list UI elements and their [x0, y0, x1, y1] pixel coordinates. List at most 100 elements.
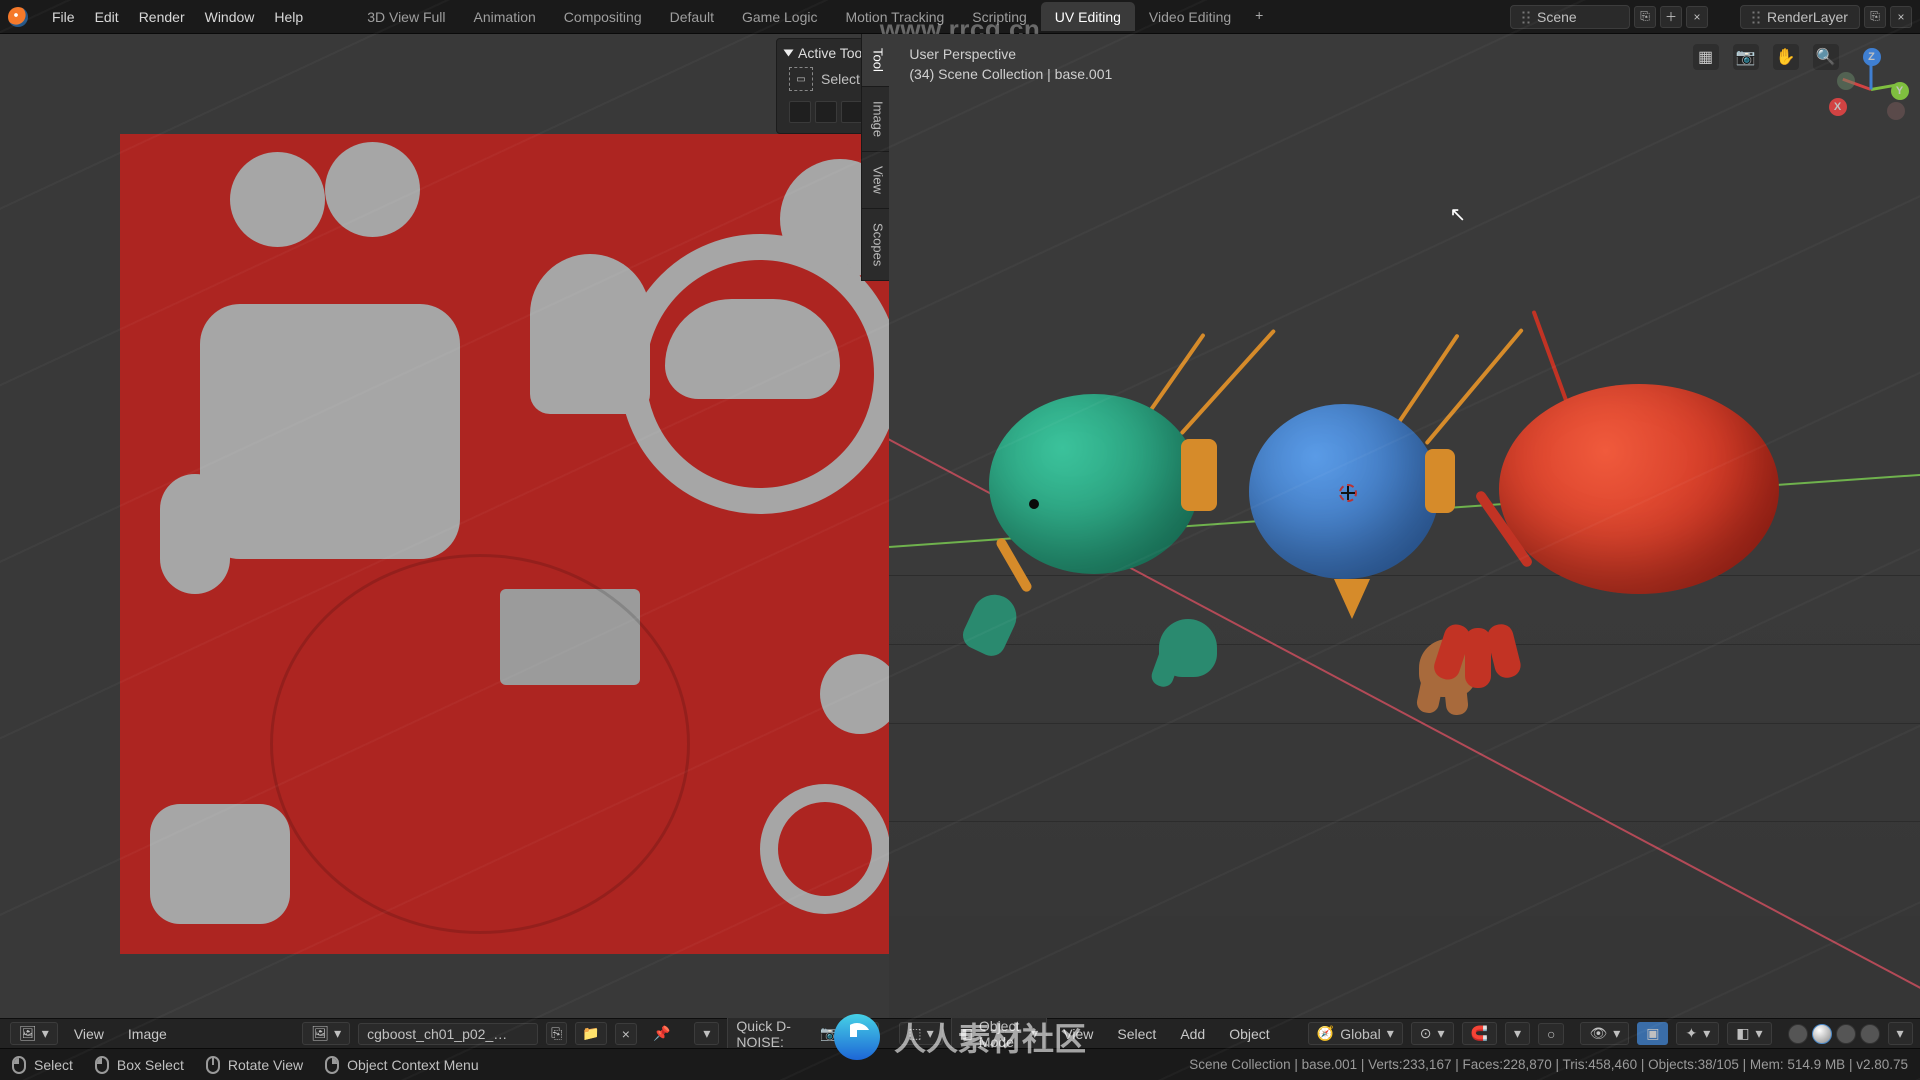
dnoise-settings[interactable]: ☐	[855, 1022, 880, 1045]
chevron-down-icon: ▾	[1387, 1025, 1394, 1042]
3d-cursor-icon	[1337, 482, 1359, 504]
uv-sync-vertex[interactable]	[789, 101, 811, 123]
xray-toggle[interactable]: ▣	[1637, 1022, 1668, 1045]
menu-file[interactable]: File	[42, 5, 85, 29]
3d-menu-view[interactable]: View	[1055, 1023, 1101, 1045]
tab-uv-editing[interactable]: UV Editing	[1041, 2, 1135, 31]
status-rotate-view: Rotate View	[206, 1056, 303, 1074]
mouse-left-icon	[95, 1056, 109, 1074]
scene-del-button[interactable]: ×	[1686, 6, 1708, 28]
image-open-btn[interactable]: 📁	[575, 1022, 606, 1045]
viewport-info: User Perspective (34) Scene Collection |…	[909, 44, 1112, 85]
overlay-toggle-2[interactable]: ◧▾	[1727, 1022, 1771, 1045]
mode-label: Object Mode	[979, 1018, 1025, 1050]
image-name-field[interactable]: cgboost_ch01_p02_…	[358, 1023, 538, 1045]
vp-pan-hand-icon[interactable]: ✋	[1773, 44, 1799, 70]
scene-field[interactable]: Scene	[1510, 5, 1630, 29]
shade-wire[interactable]	[1788, 1024, 1808, 1044]
sidetab-view[interactable]: View	[861, 152, 889, 209]
proportional-edit-toggle[interactable]: ○	[1538, 1023, 1564, 1045]
tab-animation[interactable]: Animation	[460, 2, 550, 31]
3d-viewport-header: ⬚▾ ◧Object Mode▾ View Select Add Object …	[889, 1018, 1920, 1048]
menu-window[interactable]: Window	[195, 5, 265, 29]
vp-camera-icon[interactable]: 📷	[1733, 44, 1759, 70]
menu-help[interactable]: Help	[264, 5, 313, 29]
sidetab-tool[interactable]: Tool	[861, 34, 889, 87]
snap-toggle[interactable]: 🧲	[1462, 1022, 1497, 1045]
3d-menu-select[interactable]: Select	[1109, 1023, 1164, 1045]
folder-icon: 📁	[582, 1025, 599, 1042]
robot-green	[989, 394, 1199, 574]
shade-rendered[interactable]	[1860, 1024, 1880, 1044]
renderlayer-field-label: RenderLayer	[1767, 9, 1848, 25]
image-name-text: cgboost_ch01_p02_…	[367, 1026, 507, 1042]
status-scene-stats: Scene Collection | base.001 | Verts:233,…	[1189, 1057, 1908, 1072]
gizmo-icon: ✦	[1685, 1025, 1697, 1042]
tab-motion-tracking[interactable]: Motion Tracking	[831, 2, 958, 31]
tab-game-logic[interactable]: Game Logic	[728, 2, 831, 31]
chevron-down-icon: ▾	[334, 1025, 341, 1042]
uv-menu-view[interactable]: View	[66, 1023, 112, 1045]
sidetab-scopes[interactable]: Scopes	[861, 209, 889, 281]
tab-3d-view-full[interactable]: 3D View Full	[353, 2, 459, 31]
add-workspace-button[interactable]: +	[1245, 2, 1273, 31]
tab-compositing[interactable]: Compositing	[550, 2, 656, 31]
uv-sync-edge[interactable]	[815, 101, 837, 123]
gizmo-z[interactable]: Z	[1863, 48, 1881, 66]
uv-canvas[interactable]: ✋ 🔍 Active Tool ▭ Select Box Tool	[0, 34, 889, 1018]
image-editor-icon: 🖼	[19, 1025, 37, 1042]
editor-type-3d-dropdown[interactable]: ⬚▾	[899, 1022, 942, 1045]
mouse-left-icon	[12, 1056, 26, 1074]
shading-modes	[1788, 1024, 1880, 1044]
dnoise-toggle[interactable]: Quick D-NOISE:📷	[727, 1015, 846, 1053]
3d-menu-add[interactable]: Add	[1172, 1023, 1213, 1045]
mode-dropdown[interactable]: ◧Object Mode▾	[951, 1015, 1048, 1053]
chevron-down-icon: ▾	[927, 1025, 934, 1042]
uv-display-dropdown[interactable]: ▾	[694, 1022, 719, 1045]
disclose-icon[interactable]	[784, 50, 794, 57]
chevron-down-icon: ▾	[42, 1025, 49, 1042]
tab-video-editing[interactable]: Video Editing	[1135, 2, 1245, 31]
gizmo-toggle[interactable]: ✦▾	[1676, 1022, 1719, 1045]
menu-edit[interactable]: Edit	[85, 5, 129, 29]
orientation-dropdown[interactable]: 🧭Global▾	[1308, 1022, 1403, 1045]
vp-layers-icon[interactable]: ▦	[1693, 44, 1719, 70]
pivot-dropdown[interactable]: ⊙▾	[1411, 1022, 1454, 1045]
layer-copy-button[interactable]: ⎘	[1864, 6, 1886, 28]
3d-viewport[interactable]: User Perspective (34) Scene Collection |…	[889, 34, 1920, 1018]
snap-target-dropdown[interactable]: ▾	[1505, 1022, 1530, 1045]
dnoise-label: Quick D-NOISE:	[736, 1018, 812, 1050]
chevron-down-icon: ▾	[1437, 1025, 1444, 1042]
app-logo-icon	[8, 7, 28, 27]
tab-scripting[interactable]: Scripting	[958, 2, 1040, 31]
proportional-icon: ○	[1547, 1026, 1555, 1042]
3d-menu-object[interactable]: Object	[1221, 1023, 1277, 1045]
editor-type-dropdown[interactable]: 🖼▾	[10, 1022, 58, 1045]
image-users-btn[interactable]: ⎘	[546, 1022, 567, 1045]
nav-gizmo[interactable]: X Y Z	[1835, 52, 1907, 124]
mouse-middle-icon	[206, 1056, 220, 1074]
shading-options-dropdown[interactable]: ▾	[1888, 1022, 1913, 1045]
image-pin-btn[interactable]: 📌	[645, 1022, 678, 1045]
uv-sync-face[interactable]	[841, 101, 863, 123]
menu-render[interactable]: Render	[129, 5, 195, 29]
scene-new-button[interactable]: ＋	[1660, 6, 1682, 28]
top-menu-bar: File Edit Render Window Help 3D View Ful…	[0, 0, 1920, 34]
shade-solid[interactable]	[1812, 1024, 1832, 1044]
gizmo-x[interactable]: X	[1829, 98, 1847, 116]
scene-copy-button[interactable]: ⎘	[1634, 6, 1656, 28]
shade-lookdev[interactable]	[1836, 1024, 1856, 1044]
layer-del-button[interactable]: ×	[1890, 6, 1912, 28]
image-browse-dropdown[interactable]: 🖼▾	[302, 1022, 350, 1045]
sidetab-image[interactable]: Image	[861, 87, 889, 152]
renderlayer-field[interactable]: RenderLayer	[1740, 5, 1860, 29]
uv-menu-image[interactable]: Image	[120, 1023, 175, 1045]
chevron-down-icon: ▾	[1514, 1025, 1521, 1042]
image-unlink-btn[interactable]: ×	[615, 1023, 637, 1045]
uv-editor-header: 🖼▾ View Image 🖼▾ cgboost_ch01_p02_… ⎘ 📁 …	[0, 1018, 889, 1048]
overlays-dropdown[interactable]: 👁▾	[1580, 1022, 1629, 1045]
gizmo-y[interactable]: Y	[1891, 82, 1909, 100]
chevron-down-icon: ▾	[1755, 1025, 1762, 1042]
tab-default[interactable]: Default	[656, 2, 728, 31]
status-select: Select	[12, 1056, 73, 1074]
